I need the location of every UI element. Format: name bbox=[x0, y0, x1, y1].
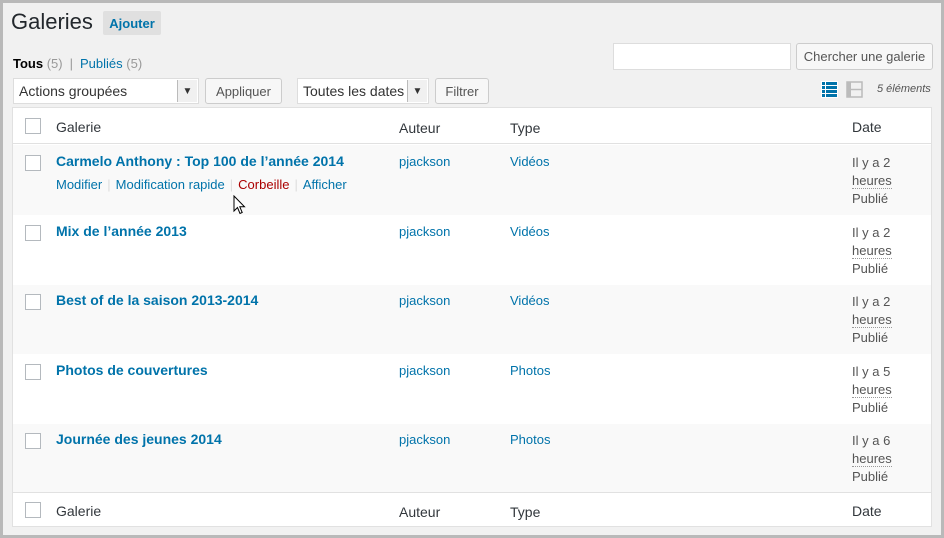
status-label: Publié bbox=[852, 261, 889, 276]
table-row: Mix de l’année 2013 pjackson Vidéos Il y… bbox=[13, 215, 931, 285]
row-checkbox[interactable] bbox=[25, 294, 41, 310]
column-date-footer[interactable]: Date bbox=[852, 503, 882, 519]
status-filter-links: Tous (5) | Publiés (5) bbox=[13, 56, 142, 71]
type-link[interactable]: Vidéos bbox=[510, 154, 550, 169]
filter-all-label: Tous bbox=[13, 56, 44, 71]
filter-separator: | bbox=[69, 56, 73, 71]
search-button[interactable]: Chercher une galerie bbox=[796, 43, 933, 70]
type-link[interactable]: Photos bbox=[510, 363, 550, 378]
date-ago-line2: heures bbox=[852, 382, 892, 398]
gallery-title-link[interactable]: Mix de l’année 2013 bbox=[56, 223, 187, 239]
table-row: Best of de la saison 2013-2014 pjackson … bbox=[13, 285, 931, 354]
select-all-checkbox-footer[interactable] bbox=[25, 502, 41, 518]
row-actions: Modifier | Modification rapide | Corbeille | A… bbox=[56, 177, 347, 192]
items-count: 5 éléments bbox=[877, 83, 931, 95]
date-cell: Il y a 5 heures Publié bbox=[852, 363, 892, 417]
status-label: Publié bbox=[852, 469, 889, 484]
date-ago-line2: heures bbox=[852, 312, 892, 328]
date-cell: Il y a 6 heures Publié bbox=[852, 432, 892, 486]
gallery-title-link[interactable]: Carmelo Anthony : Top 100 de l’année 201… bbox=[56, 153, 344, 169]
status-label: Publié bbox=[852, 330, 889, 345]
view-link[interactable]: Afficher bbox=[303, 177, 347, 192]
author-link[interactable]: pjackson bbox=[399, 363, 450, 378]
type-link[interactable]: Photos bbox=[510, 432, 550, 447]
date-ago-line2: heures bbox=[852, 243, 892, 259]
date-ago-line1: Il y a 6 bbox=[852, 433, 891, 448]
table-row: Journée des jeunes 2014 pjackson Photos … bbox=[13, 424, 931, 492]
author-link[interactable]: pjackson bbox=[399, 154, 450, 169]
table-row: Photos de couvertures pjackson Photos Il… bbox=[13, 354, 931, 424]
add-gallery-button[interactable]: Ajouter bbox=[103, 11, 161, 35]
table-footer: Galerie Auteur Type Date bbox=[13, 492, 931, 527]
action-separator: | bbox=[107, 177, 111, 192]
column-title-footer[interactable]: Galerie bbox=[56, 503, 101, 519]
date-ago-line1: Il y a 2 bbox=[852, 155, 891, 170]
date-ago-line2: heures bbox=[852, 451, 892, 467]
page-title: Galeries bbox=[11, 9, 93, 34]
filter-published-count: (5) bbox=[126, 56, 143, 71]
column-type-footer: Type bbox=[510, 504, 541, 520]
author-link[interactable]: pjackson bbox=[399, 224, 450, 239]
row-checkbox[interactable] bbox=[25, 225, 41, 241]
filter-published-link[interactable]: Publiés (5) bbox=[80, 56, 142, 71]
row-checkbox[interactable] bbox=[25, 155, 41, 171]
excerpt-view-icon[interactable] bbox=[846, 81, 863, 98]
date-filter-select[interactable]: Toutes les dates ▼ bbox=[297, 78, 429, 104]
column-date-header[interactable]: Date bbox=[852, 119, 882, 135]
galleries-table: Galerie Auteur Type Date Carmelo Anthony… bbox=[12, 107, 932, 527]
list-view-icon[interactable] bbox=[821, 81, 838, 98]
quick-edit-link[interactable]: Modification rapide bbox=[116, 177, 225, 192]
action-separator: | bbox=[229, 177, 234, 192]
date-ago-line2: heures bbox=[852, 173, 892, 189]
date-cell: Il y a 2 heures Publié bbox=[852, 154, 892, 208]
date-ago-line1: Il y a 2 bbox=[852, 294, 891, 309]
column-type-header: Type bbox=[510, 120, 541, 136]
action-separator: | bbox=[294, 177, 298, 192]
table-row: Carmelo Anthony : Top 100 de l’année 201… bbox=[13, 145, 931, 215]
column-author-header: Auteur bbox=[399, 120, 441, 136]
column-title-header[interactable]: Galerie bbox=[56, 119, 101, 135]
gallery-title-link[interactable]: Journée des jeunes 2014 bbox=[56, 431, 222, 447]
select-all-checkbox[interactable] bbox=[25, 118, 41, 134]
mouse-pointer-icon bbox=[233, 195, 246, 215]
gallery-title-link[interactable]: Photos de couvertures bbox=[56, 362, 208, 378]
apply-button[interactable]: Appliquer bbox=[205, 78, 282, 104]
filter-published-label: Publiés bbox=[80, 56, 123, 71]
status-label: Publié bbox=[852, 400, 889, 415]
filter-all-count: (5) bbox=[46, 56, 63, 71]
chevron-down-icon: ▼ bbox=[177, 80, 197, 102]
row-checkbox[interactable] bbox=[25, 364, 41, 380]
chevron-down-icon: ▼ bbox=[407, 80, 427, 102]
author-link[interactable]: pjackson bbox=[399, 293, 450, 308]
filter-all-link[interactable]: Tous (5) bbox=[13, 56, 63, 71]
search-input[interactable] bbox=[613, 43, 791, 70]
bulk-actions-value: Actions groupées bbox=[19, 83, 128, 99]
date-filter-value: Toutes les dates bbox=[303, 83, 405, 99]
type-link[interactable]: Vidéos bbox=[510, 293, 550, 308]
bulk-actions-select[interactable]: Actions groupées ▼ bbox=[13, 78, 199, 104]
table-header: Galerie Auteur Type Date bbox=[13, 108, 931, 144]
status-label: Publié bbox=[852, 191, 889, 206]
admin-screen: Galeries Ajouter Tous (5) | Publiés (5) Ch… bbox=[3, 3, 941, 535]
trash-link[interactable]: Corbeille bbox=[238, 177, 289, 192]
edit-link[interactable]: Modifier bbox=[56, 177, 102, 192]
date-cell: Il y a 2 heures Publié bbox=[852, 224, 892, 278]
type-link[interactable]: Vidéos bbox=[510, 224, 550, 239]
date-ago-line1: Il y a 2 bbox=[852, 225, 891, 240]
filter-button[interactable]: Filtrer bbox=[435, 78, 489, 104]
column-author-footer: Auteur bbox=[399, 504, 441, 520]
date-cell: Il y a 2 heures Publié bbox=[852, 293, 892, 347]
gallery-title-link[interactable]: Best of de la saison 2013-2014 bbox=[56, 292, 258, 308]
date-ago-line1: Il y a 5 bbox=[852, 364, 891, 379]
author-link[interactable]: pjackson bbox=[399, 432, 450, 447]
row-checkbox[interactable] bbox=[25, 433, 41, 449]
